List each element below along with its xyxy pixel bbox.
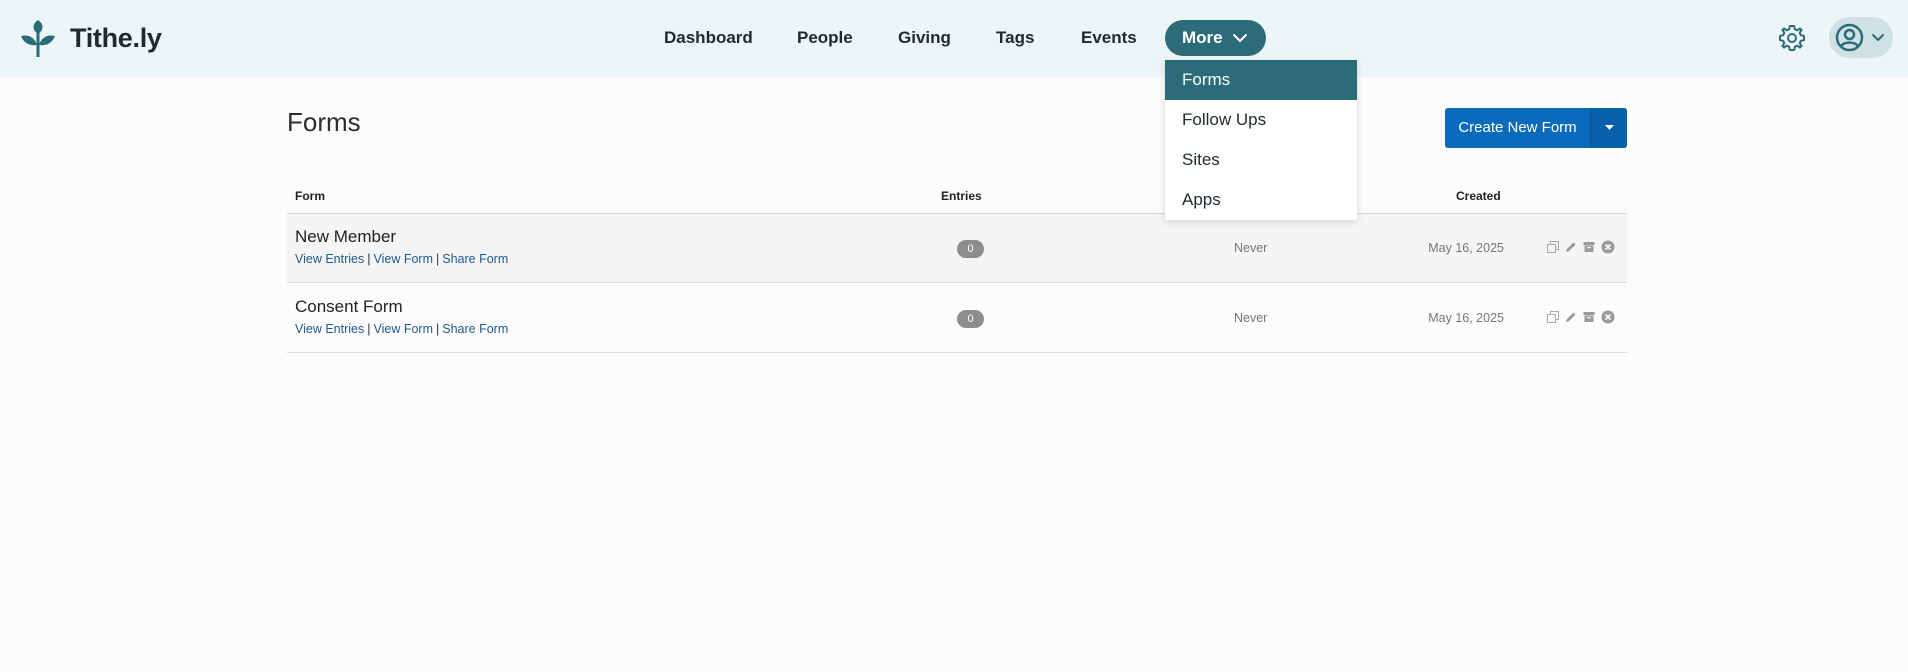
form-name: Consent Form	[295, 297, 403, 316]
link-separator: |	[367, 252, 371, 266]
nav-people[interactable]: People	[797, 20, 853, 56]
share-form-link[interactable]: Share Form	[442, 322, 508, 336]
created-date: May 16, 2025	[1428, 241, 1504, 255]
top-header: Tithe.ly Dashboard People Giving Tags Ev…	[0, 0, 1908, 77]
created-date: May 16, 2025	[1428, 311, 1504, 325]
last-entry-value: Never	[1234, 311, 1268, 325]
more-dropdown-menu: Forms Follow Ups Sites Apps	[1165, 60, 1357, 220]
pencil-icon[interactable]	[1565, 241, 1577, 253]
archive-icon[interactable]	[1583, 311, 1595, 323]
link-separator: |	[436, 252, 440, 266]
sprout-logo-icon	[21, 20, 55, 57]
link-separator: |	[436, 322, 440, 336]
entries-count-badge: 0	[957, 310, 984, 328]
menu-item-forms[interactable]: Forms	[1165, 60, 1357, 100]
view-form-link[interactable]: View Form	[374, 322, 434, 336]
copy-icon[interactable]	[1547, 311, 1559, 323]
nav-dashboard[interactable]: Dashboard	[664, 20, 753, 56]
last-entry-value: Never	[1234, 241, 1268, 255]
row-actions	[1547, 310, 1621, 324]
close-circle-icon[interactable]	[1601, 240, 1615, 254]
caret-down-icon	[1604, 125, 1614, 130]
logo[interactable]: Tithe.ly	[20, 19, 162, 57]
row-actions	[1547, 240, 1621, 254]
view-entries-link[interactable]: View Entries	[295, 252, 364, 266]
view-form-link[interactable]: View Form	[374, 252, 434, 266]
entries-count-badge: 0	[957, 240, 984, 258]
create-new-form-button: Create New Form	[1445, 108, 1627, 148]
form-links: View Entries | View Form | Share Form	[295, 252, 508, 266]
nav-more-label: More	[1182, 28, 1223, 47]
menu-item-follow-ups[interactable]: Follow Ups	[1165, 100, 1357, 140]
view-entries-link[interactable]: View Entries	[295, 322, 364, 336]
user-menu-button[interactable]	[1829, 17, 1893, 58]
link-separator: |	[367, 322, 371, 336]
create-form-options-toggle[interactable]	[1590, 108, 1627, 148]
logo-text: Tithe.ly	[70, 22, 162, 53]
column-header-created: Created	[1456, 189, 1501, 203]
column-header-entries: Entries	[941, 189, 982, 203]
nav-tags[interactable]: Tags	[996, 20, 1034, 56]
nav-more-button[interactable]: More	[1165, 20, 1266, 56]
column-header-form: Form	[295, 189, 325, 203]
gear-icon[interactable]	[1778, 24, 1806, 52]
table-row: Consent Form View Entries | View Form | Shar…	[287, 284, 1627, 353]
pencil-icon[interactable]	[1565, 311, 1577, 323]
archive-icon[interactable]	[1583, 241, 1595, 253]
page-title: Forms	[287, 107, 361, 137]
chevron-down-icon	[1872, 34, 1884, 41]
create-new-form-main[interactable]: Create New Form	[1445, 108, 1590, 148]
table-row: New Member View Entries | View Form | Share …	[287, 214, 1627, 283]
menu-item-sites[interactable]: Sites	[1165, 140, 1357, 180]
copy-icon[interactable]	[1547, 241, 1559, 253]
nav-events[interactable]: Events	[1081, 20, 1137, 56]
share-form-link[interactable]: Share Form	[442, 252, 508, 266]
nav-giving[interactable]: Giving	[898, 20, 951, 56]
user-avatar-icon	[1835, 23, 1864, 52]
form-name: New Member	[295, 227, 397, 246]
close-circle-icon[interactable]	[1601, 310, 1615, 324]
menu-item-apps[interactable]: Apps	[1165, 180, 1357, 220]
form-links: View Entries | View Form | Share Form	[295, 322, 508, 336]
chevron-down-icon	[1232, 34, 1247, 42]
